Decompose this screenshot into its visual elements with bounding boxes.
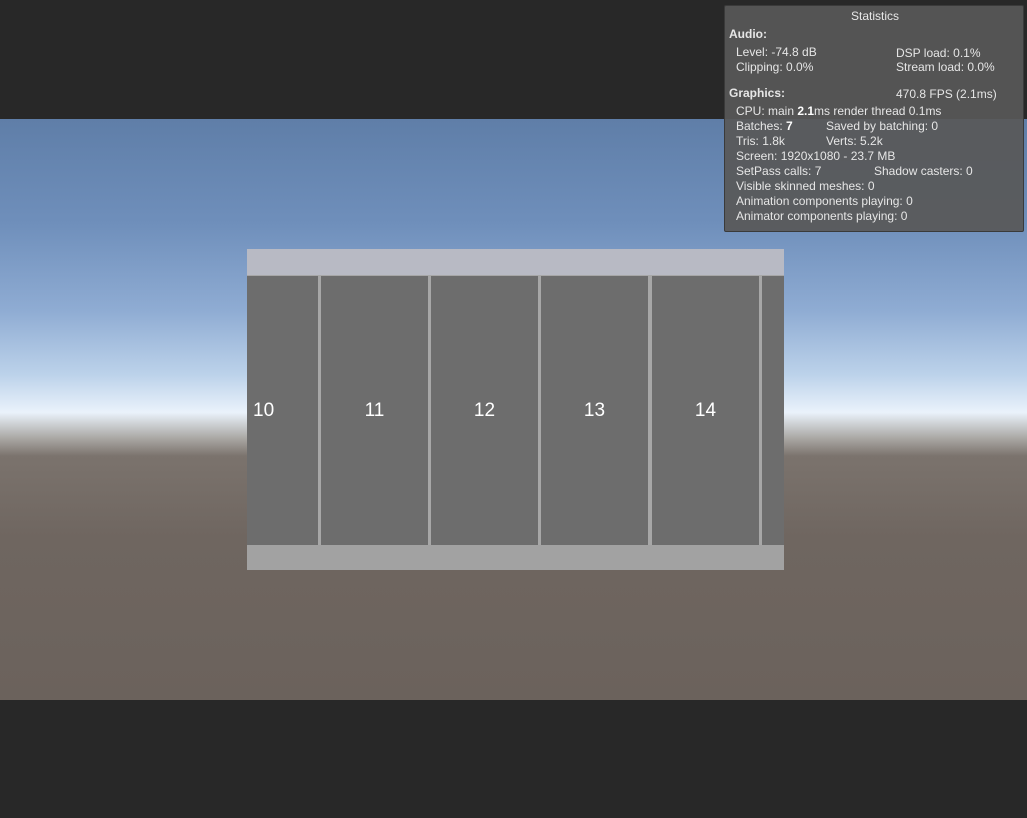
verts-count: Verts: 5.2k bbox=[826, 134, 883, 148]
audio-level: Level: -74.8 dB bbox=[736, 45, 817, 59]
statistics-title: Statistics bbox=[850, 9, 899, 23]
visible-skinned-meshes: Visible skinned meshes: 0 bbox=[736, 179, 875, 193]
scroll-view-footer bbox=[247, 545, 784, 570]
dsp-load: DSP load: 0.1% bbox=[896, 46, 981, 60]
shadow-casters: Shadow casters: 0 bbox=[874, 164, 973, 178]
tris-count: Tris: 1.8k bbox=[736, 134, 785, 148]
fps-readout: 470.8 FPS (2.1ms) bbox=[896, 87, 997, 101]
scroll-item-14[interactable]: 14 bbox=[652, 276, 759, 545]
scroll-item-label: 14 bbox=[694, 399, 717, 421]
cpu-main-ms: 2.1 bbox=[797, 104, 815, 118]
cpu-timing: CPU: main 2.1ms render thread 0.1ms bbox=[736, 104, 941, 119]
scroll-item-15-partial[interactable] bbox=[762, 276, 784, 545]
animation-components: Animation components playing: 0 bbox=[736, 194, 913, 208]
audio-clipping: Clipping: 0.0% bbox=[736, 60, 814, 74]
graphics-heading: Graphics: bbox=[729, 86, 786, 100]
stream-load: Stream load: 0.0% bbox=[896, 60, 995, 74]
unity-game-window: 10 11 12 13 14 Statistics Audio: Level: … bbox=[0, 0, 1027, 818]
scroll-item-label: 10 bbox=[253, 399, 275, 421]
batches-label: Batches: bbox=[736, 119, 787, 133]
letterbox-bottom bbox=[0, 700, 1027, 818]
scroll-view-header bbox=[247, 249, 784, 275]
scroll-item-10[interactable]: 10 bbox=[247, 276, 318, 545]
batches-value: 7 bbox=[786, 119, 793, 133]
scroll-item-label: 13 bbox=[583, 399, 606, 421]
scroll-item-12[interactable]: 12 bbox=[431, 276, 538, 545]
horizontal-scroll-view[interactable]: 10 11 12 13 14 bbox=[247, 249, 784, 570]
saved-by-batching: Saved by batching: 0 bbox=[826, 119, 939, 133]
batches: Batches: 7 bbox=[736, 119, 793, 134]
scroll-item-11[interactable]: 11 bbox=[321, 276, 428, 545]
scroll-item-13[interactable]: 13 bbox=[541, 276, 648, 545]
setpass-calls: SetPass calls: 7 bbox=[736, 164, 822, 178]
cpu-suffix: ms render thread 0.1ms bbox=[814, 104, 942, 118]
scroll-item-label: 12 bbox=[473, 399, 496, 421]
cpu-prefix: CPU: main bbox=[736, 104, 798, 118]
statistics-panel: Statistics Audio: Level: -74.8 dB DSP lo… bbox=[724, 5, 1024, 232]
animator-components: Animator components playing: 0 bbox=[736, 209, 908, 223]
scroll-item-label: 11 bbox=[364, 399, 385, 421]
audio-heading: Audio: bbox=[729, 27, 767, 41]
scroll-viewport[interactable]: 10 11 12 13 14 bbox=[247, 276, 784, 545]
screen-info: Screen: 1920x1080 - 23.7 MB bbox=[736, 149, 896, 163]
